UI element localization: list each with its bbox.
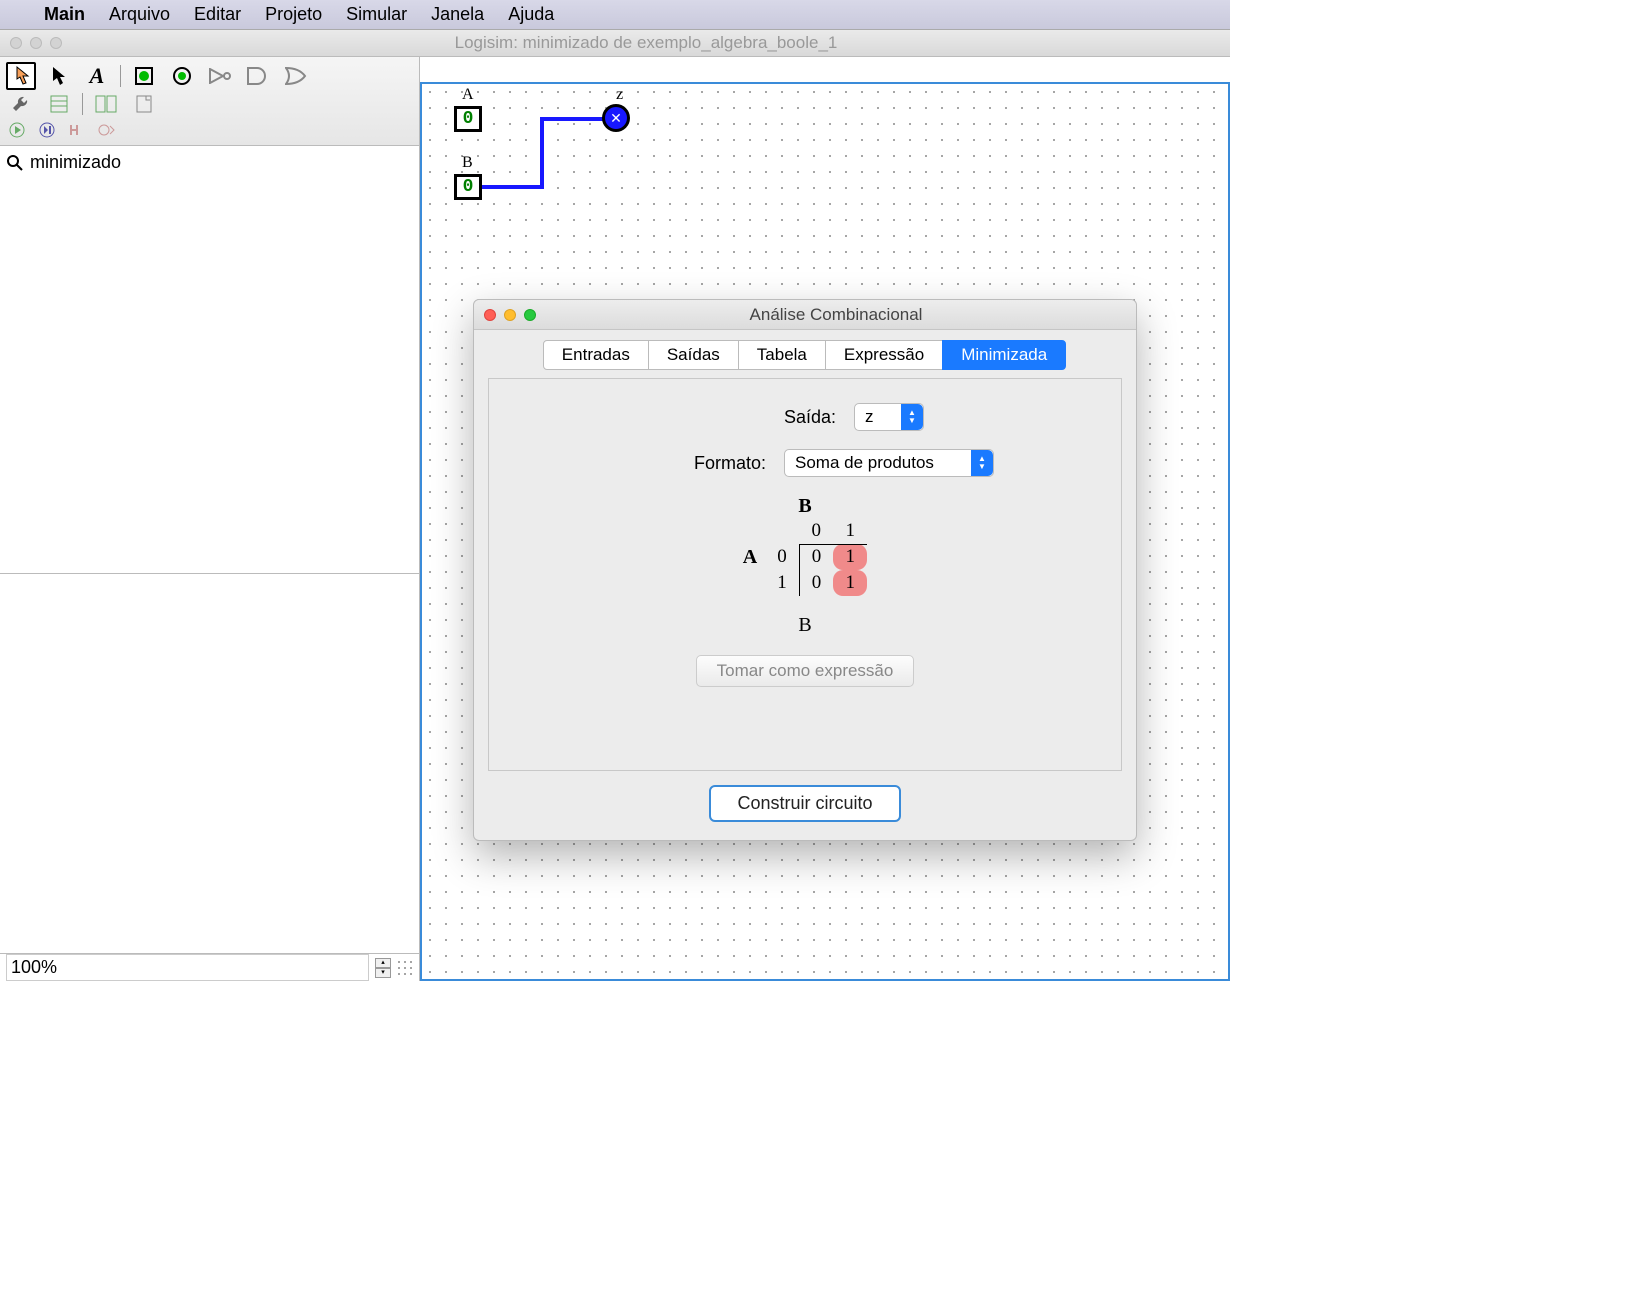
menu-arquivo[interactable]: Arquivo [109, 4, 170, 25]
window-minimize-button[interactable] [30, 37, 42, 49]
kmap-cell-11[interactable]: 1 [833, 570, 867, 596]
project-tree-icon[interactable] [44, 90, 74, 118]
output-z[interactable]: ✕ [602, 104, 630, 132]
tick-step-icon[interactable] [96, 116, 118, 144]
toolbar-separator [120, 65, 121, 87]
kmap-side-var: A [743, 546, 757, 569]
output-pin-tool[interactable] [167, 62, 197, 90]
dialog-titlebar: Análise Combinacional [474, 300, 1136, 330]
select-tool[interactable] [44, 62, 74, 90]
poke-tool[interactable] [6, 62, 36, 90]
wire[interactable] [482, 185, 544, 189]
kmap-top-var: B [743, 495, 867, 518]
and-gate-tool[interactable] [243, 62, 273, 90]
toolbar-separator-2 [82, 93, 83, 115]
wrench-icon[interactable] [6, 90, 36, 118]
pin-a[interactable]: 0 [454, 106, 482, 132]
dialog-tabs: Entradas Saídas Tabela Expressão Minimiz… [474, 330, 1136, 370]
kmap-cell-10[interactable]: 0 [799, 570, 833, 596]
karnaugh-map: B A 0 1 0 0 1 [743, 495, 867, 596]
output-select-label: Saída: [686, 407, 836, 428]
main-toolbar: A [0, 57, 419, 146]
take-as-expression-button[interactable]: Tomar como expressão [696, 655, 915, 687]
select-arrows-icon: ▲▼ [901, 404, 923, 430]
build-circuit-button[interactable]: Construir circuito [709, 785, 900, 822]
tick-enable-icon[interactable] [66, 116, 88, 144]
dialog-zoom-button[interactable] [524, 309, 536, 321]
kmap-col-hdr-0: 0 [799, 518, 833, 544]
minimized-expression: B [798, 614, 811, 637]
menu-simular[interactable]: Simular [346, 4, 407, 25]
kmap-cell-00[interactable]: 0 [799, 544, 833, 570]
kmap-cell-01[interactable]: 1 [833, 544, 867, 570]
zoom-value[interactable]: 100% [6, 954, 369, 981]
output-select-value: z [865, 407, 874, 426]
zoom-spinner[interactable]: ▴ ▾ [375, 958, 391, 978]
window-traffic-lights [0, 37, 62, 49]
output-z-label: z [616, 86, 623, 104]
format-select-label: Formato: [616, 453, 766, 474]
kmap-row-hdr-0: 0 [765, 544, 799, 570]
app-menu[interactable]: Main [44, 4, 85, 25]
input-pin-tool[interactable] [129, 62, 159, 90]
notes-icon[interactable] [129, 90, 159, 118]
window-titlebar: Logisim: minimizado de exemplo_algebra_b… [0, 30, 1230, 57]
window-close-button[interactable] [10, 37, 22, 49]
tab-tabela[interactable]: Tabela [738, 340, 826, 370]
pin-a-label: A [462, 86, 474, 104]
tab-minimizada[interactable]: Minimizada [942, 340, 1066, 370]
zoom-down-icon[interactable]: ▾ [375, 968, 391, 978]
wire[interactable] [540, 117, 544, 187]
simulation-tree-icon[interactable] [91, 90, 121, 118]
zoom-up-icon[interactable]: ▴ [375, 958, 391, 968]
menu-projeto[interactable]: Projeto [265, 4, 322, 25]
dialog-title: Análise Combinacional [536, 305, 1136, 325]
select-arrows-icon: ▲▼ [971, 450, 993, 476]
window-title: Logisim: minimizado de exemplo_algebra_b… [62, 33, 1230, 53]
menu-ajuda[interactable]: Ajuda [508, 4, 554, 25]
tab-content-minimizada: Saída: z ▲▼ Formato: Soma de produtos ▲▼… [488, 378, 1122, 771]
menu-editar[interactable]: Editar [194, 4, 241, 25]
not-gate-tool[interactable] [205, 62, 235, 90]
sim-step-icon[interactable] [36, 116, 58, 144]
grid-icon[interactable] [397, 960, 413, 976]
kmap-row-hdr-1: 1 [765, 570, 799, 596]
format-select[interactable]: Soma de produtos ▲▼ [784, 449, 994, 477]
tab-expressao[interactable]: Expressão [825, 340, 943, 370]
dialog-minimize-button[interactable] [504, 309, 516, 321]
tree-item-label: minimizado [30, 152, 121, 173]
project-tree[interactable]: minimizado [0, 146, 419, 573]
pin-b-label: B [462, 154, 473, 172]
properties-panel [0, 573, 419, 953]
tree-item-minimizado[interactable]: minimizado [6, 150, 413, 175]
or-gate-tool[interactable] [281, 62, 311, 90]
text-tool[interactable]: A [82, 62, 112, 90]
tab-saidas[interactable]: Saídas [648, 340, 739, 370]
analysis-dialog: Análise Combinacional Entradas Saídas Ta… [473, 299, 1137, 841]
window-zoom-button[interactable] [50, 37, 62, 49]
dialog-traffic-lights [474, 309, 536, 321]
kmap-col-hdr-1: 1 [833, 518, 867, 544]
pin-b[interactable]: 0 [454, 174, 482, 200]
mac-menubar: Main Arquivo Editar Projeto Simular Jane… [0, 0, 1230, 30]
output-select[interactable]: z ▲▼ [854, 403, 924, 431]
wire[interactable] [540, 117, 604, 121]
format-select-value: Soma de produtos [795, 453, 934, 472]
tab-entradas[interactable]: Entradas [543, 340, 649, 370]
zoom-bar: 100% ▴ ▾ [0, 953, 419, 981]
dialog-close-button[interactable] [484, 309, 496, 321]
menu-janela[interactable]: Janela [431, 4, 484, 25]
sim-play-icon[interactable] [6, 116, 28, 144]
magnifier-icon [6, 154, 24, 172]
